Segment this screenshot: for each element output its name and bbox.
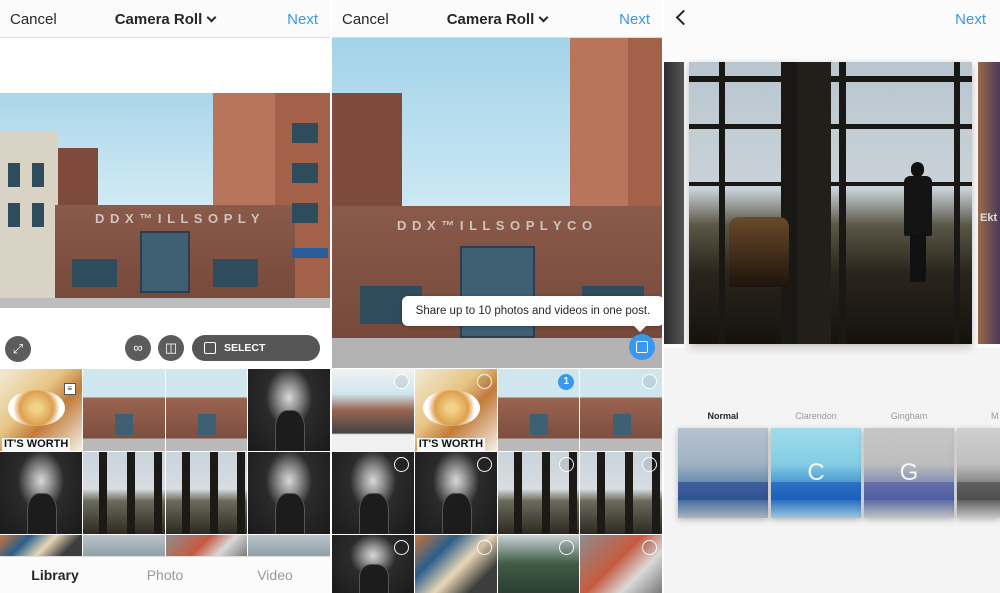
title-label: Camera Roll [114,11,203,28]
grid-thumbnail[interactable] [332,452,414,534]
grid-thumbnail[interactable] [82,452,165,534]
select-circle[interactable] [559,540,575,555]
select-circle[interactable] [393,540,409,555]
grid-thumbnail[interactable]: 1 [497,369,580,451]
grid-thumbnail[interactable] [580,535,662,593]
select-circle[interactable] [642,457,657,472]
back-icon[interactable] [675,9,692,26]
select-circle[interactable] [476,457,492,472]
grid-thumbnail[interactable] [248,452,330,534]
grid-thumbnail[interactable] [248,369,330,451]
photo-subject [901,162,935,282]
select-circle[interactable] [642,374,657,389]
header: Next [664,0,1000,38]
edge-text: Ekt [980,212,998,224]
grid-thumbnail[interactable] [165,452,248,534]
grid-thumbnail[interactable] [0,535,82,556]
chevron-down-icon [538,12,549,23]
next-button[interactable]: Next [955,11,986,28]
grid-thumbnail[interactable] [248,535,330,556]
previous-photo-edge[interactable] [664,62,684,344]
filter-label: Normal [707,411,739,421]
title-label: Camera Roll [446,11,535,28]
layout-icon: ◫ [164,340,178,355]
grid-thumbnail[interactable] [165,369,248,451]
tab-library[interactable]: Library [0,567,110,583]
boomerang-icon: ∞ [133,340,143,355]
thumbnail-text: IT'S WORTH [2,438,71,451]
multi-select-tooltip: Share up to 10 photos and videos in one … [402,296,662,332]
camera-roll-dropdown[interactable]: Camera Roll [332,11,662,28]
filter-letter [678,428,768,518]
filter-thumbnail[interactable]: G [864,428,954,518]
filter-letter: C [807,459,825,486]
photo-preview[interactable]: D D X ™ I L L S O P L Y ⤢ ∞ ◫ [0,38,330,368]
filter-panel: Next Ekt Normal Clarendon C Gingham G M [664,0,1000,593]
grid-thumbnail[interactable] [497,452,580,534]
filter-letter [957,428,1000,518]
grid-thumbnail[interactable]: ≡ IT'S WORTH [0,369,82,451]
carousel-current-photo[interactable] [689,62,972,344]
photo-grid: IT'S WORTH 1 [332,369,662,593]
grid-thumbnail[interactable] [165,535,248,556]
grid-thumbnail[interactable] [414,452,497,534]
select-circle[interactable] [559,457,575,472]
tab-photo[interactable]: Photo [110,567,220,583]
grid-thumbnail[interactable] [332,535,414,593]
next-photo-edge[interactable]: Ekt [978,62,1000,344]
layout-button[interactable]: ◫ [158,335,184,361]
filter-label: Gingham [890,411,928,421]
camera-roll-dropdown[interactable]: Camera Roll [0,11,330,28]
grid-thumbnail[interactable] [0,452,82,534]
grid-thumbnail[interactable] [82,369,165,451]
expand-icon: ⤢ [12,341,24,356]
filter-letter: G [899,459,919,486]
grid-thumbnail[interactable]: IT'S WORTH [414,369,497,451]
chevron-down-icon [206,12,217,23]
filter-label: Clarendon [795,411,837,421]
header: Cancel Camera Roll Next [332,0,662,38]
select-circle[interactable] [393,457,409,472]
grid-thumbnail[interactable] [497,535,580,593]
multi-select-icon [636,341,648,353]
filter-thumbnail[interactable] [957,428,1000,518]
photo-grid: ≡ IT'S WORTH [0,369,330,556]
camera-roll-multi-panel: Cancel Camera Roll Next D D X ™ I L L S … [332,0,662,593]
filter-thumbnail[interactable] [678,428,768,518]
filter-label: M [991,411,999,421]
photo-subject [729,217,789,287]
grid-thumbnail[interactable] [414,535,497,593]
select-circle[interactable] [476,374,492,389]
select-multiple-button[interactable] [629,334,655,360]
select-circle[interactable] [393,374,409,389]
grid-thumbnail[interactable] [332,369,414,451]
preview-image: D D X ™ I L L S O P L Y [0,93,330,308]
expand-button[interactable]: ⤢ [5,336,31,362]
next-button[interactable]: Next [619,11,650,28]
filter-thumbnail[interactable]: C [771,428,861,518]
boomerang-button[interactable]: ∞ [125,335,151,361]
multi-select-icon [204,342,216,354]
grid-thumbnail[interactable] [580,369,662,451]
camera-roll-panel: Cancel Camera Roll Next D D X ™ I L L S … [0,0,330,593]
grid-thumbnail[interactable] [82,535,165,556]
tab-video[interactable]: Video [220,567,330,583]
bottom-tab-bar: Library Photo Video [0,556,330,593]
list-icon: ≡ [63,383,76,395]
next-button[interactable]: Next [287,11,318,28]
filter-strip: Normal Clarendon C Gingham G M [664,405,1000,525]
select-circle[interactable] [476,540,492,555]
header: Cancel Camera Roll Next [0,0,330,38]
selected-badge[interactable]: 1 [558,374,575,390]
select-multiple-button[interactable]: SELECT MULTIPLE [192,335,320,380]
thumbnail-text: IT'S WORTH [416,438,486,451]
select-circle[interactable] [642,540,657,555]
grid-thumbnail[interactable] [580,452,662,534]
